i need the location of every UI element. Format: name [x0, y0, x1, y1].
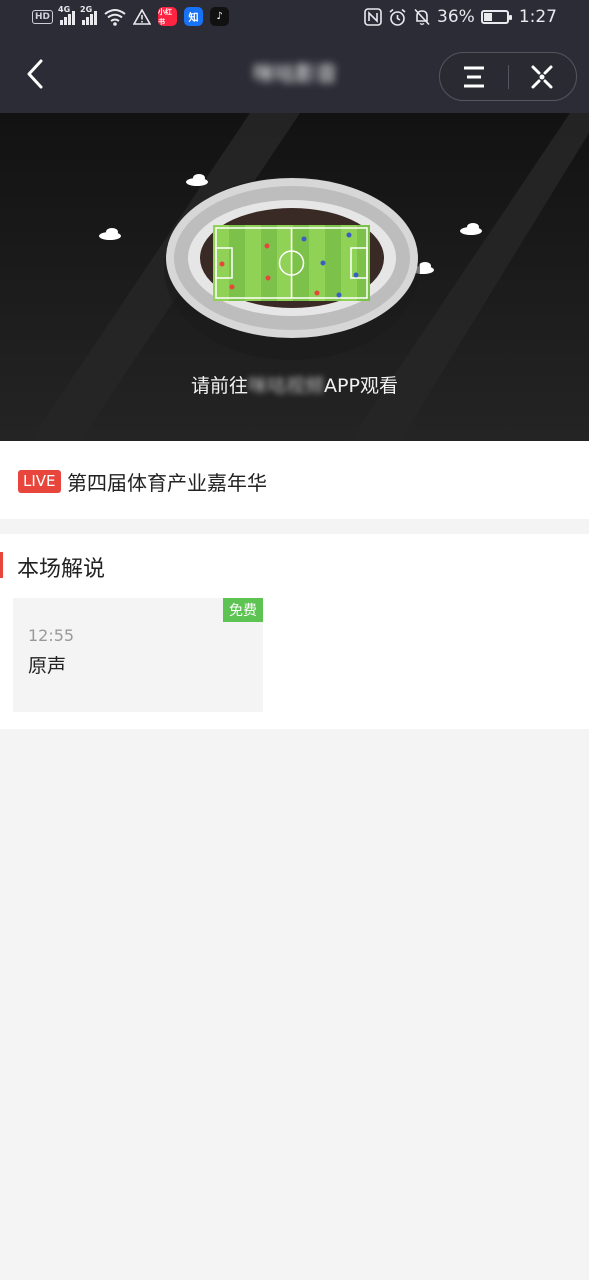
mute-bell-icon — [414, 8, 430, 26]
wifi-icon — [104, 8, 126, 26]
nav-bar: 咪咕影音 — [0, 34, 589, 113]
commentary-option-card[interactable]: 免费 12:55 原声 — [13, 598, 263, 712]
video-player-placeholder[interactable]: 请前往咪咕视频APP观看 — [0, 113, 589, 441]
commentary-section: 本场解说 免费 12:55 原声 — [0, 534, 589, 729]
signal-4g-icon: 4G — [58, 5, 76, 25]
battery-percent: 36% — [437, 7, 475, 27]
signal-2g-icon: 2G — [80, 5, 98, 25]
warning-icon — [133, 8, 152, 25]
prompt-suffix: APP观看 — [324, 375, 398, 397]
clock-time: 1:27 — [518, 7, 557, 27]
commentary-name: 原声 — [28, 655, 67, 677]
status-left-group: HD 4G 2G 小红书 知 ♪ — [32, 5, 230, 26]
section-accent-bar — [0, 552, 3, 578]
douyin-icon: ♪ — [210, 7, 230, 26]
alarm-icon — [389, 8, 406, 26]
mini-program-capsule — [439, 52, 577, 101]
prompt-app-name: 咪咕视频 — [248, 375, 325, 397]
status-right-group: 36% 1:27 — [364, 7, 557, 27]
battery-icon — [480, 10, 512, 24]
zhihu-icon: 知 — [184, 7, 204, 26]
live-badge: LIVE — [18, 470, 61, 493]
xiaohongshu-icon: 小红书 — [158, 7, 178, 26]
page-title: 咪咕影音 — [253, 62, 337, 86]
back-icon[interactable] — [18, 56, 54, 92]
nfc-icon — [364, 8, 382, 26]
status-bar: HD 4G 2G 小红书 知 ♪ 36% 1:27 — [0, 0, 589, 34]
event-title: 第四届体育产业嘉年华 — [67, 471, 267, 495]
free-tag: 免费 — [223, 598, 263, 622]
close-mini-program-icon[interactable] — [526, 62, 558, 92]
open-app-prompt: 请前往咪咕视频APP观看 — [0, 371, 589, 398]
menu-icon[interactable] — [458, 62, 490, 92]
commentary-time: 12:55 — [28, 626, 75, 645]
hd-badge: HD — [32, 9, 54, 24]
event-title-section: LIVE 第四届体育产业嘉年华 — [0, 441, 589, 519]
prompt-prefix: 请前往 — [191, 375, 249, 397]
section-title: 本场解说 — [17, 557, 106, 582]
capsule-divider — [508, 65, 509, 89]
